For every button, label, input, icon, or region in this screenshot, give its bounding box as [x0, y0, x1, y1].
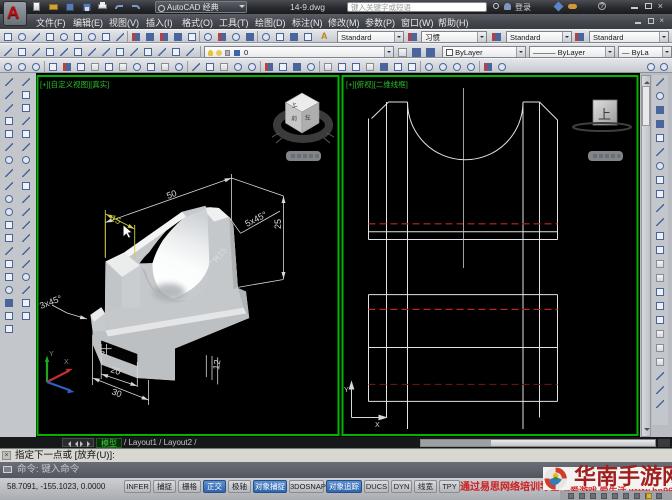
svg-text:[+][自定义视图][真实]: [+][自定义视图][真实] [40, 79, 109, 89]
svg-text:上: 上 [598, 107, 611, 122]
svg-text:[+][俯视][二维线框]: [+][俯视][二维线框] [346, 79, 408, 89]
svg-text:X: X [64, 359, 69, 366]
svg-text:X: X [375, 422, 380, 429]
svg-text:12: 12 [211, 359, 222, 370]
svg-text:Y: Y [49, 351, 54, 358]
svg-text:25: 25 [273, 219, 283, 229]
svg-text:Y: Y [344, 387, 349, 394]
